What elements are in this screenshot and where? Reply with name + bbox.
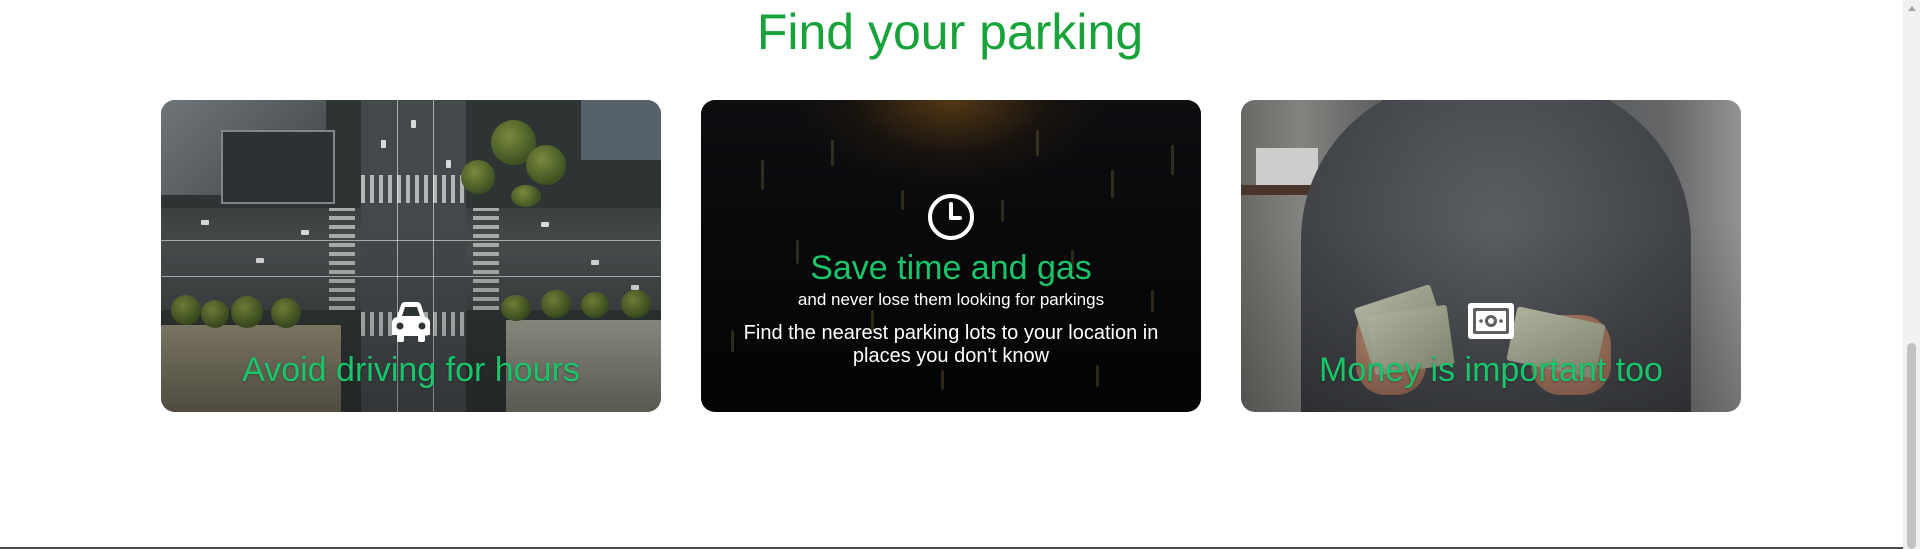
feature-card-save-time[interactable]: Save time and gas and never lose them lo…: [701, 100, 1201, 412]
arrow-up-icon: [1907, 6, 1916, 11]
car-icon: [392, 302, 430, 342]
card-description: Find the nearest parking lots to your lo…: [743, 322, 1159, 367]
scroll-up-button[interactable]: [1903, 0, 1920, 17]
vertical-scrollbar[interactable]: [1903, 0, 1920, 549]
page-title: Find your parking: [756, 4, 1144, 60]
clock-icon: [928, 194, 974, 240]
money-bill-icon: [1468, 303, 1514, 339]
card-title: Money is important too: [1319, 351, 1663, 389]
card-title: Avoid driving for hours: [242, 351, 580, 389]
feature-card-money[interactable]: Money is important too: [1241, 100, 1741, 412]
scrollbar-thumb[interactable]: [1907, 343, 1916, 549]
card-subtitle: and never lose them looking for parkings: [797, 290, 1105, 309]
card-title: Save time and gas: [810, 249, 1092, 287]
feature-card-avoid-driving[interactable]: Avoid driving for hours: [161, 100, 661, 412]
page: Find your parking Avoid driving for hour…: [0, 0, 1920, 549]
